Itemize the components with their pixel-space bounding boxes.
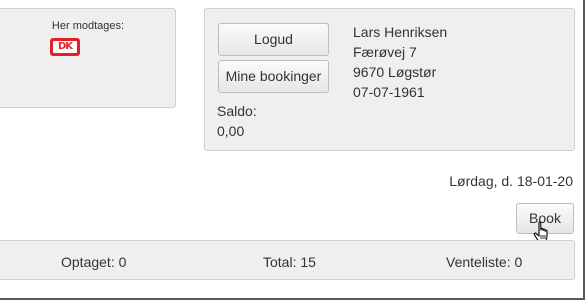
balance-value: 0,00 — [217, 123, 245, 139]
payment-accepted-label: Her modtages: — [51, 20, 125, 32]
logout-button[interactable]: Logud — [218, 23, 329, 56]
user-address: Lars Henriksen Færøvej 7 9670 Løgstør 07… — [353, 22, 447, 102]
dankort-logo: DK — [50, 38, 80, 56]
booking-stats-bar: Optaget: 0 Total: 15 Venteliste: 0 — [0, 240, 575, 280]
dankort-logo-text: DK — [53, 41, 77, 53]
taken-count: Optaget: 0 — [61, 254, 127, 270]
my-bookings-button[interactable]: Mine bookinger — [218, 60, 329, 93]
user-info-panel: Logud Mine bookinger Lars Henriksen Færø… — [204, 8, 575, 151]
user-city: 9670 Løgstør — [353, 64, 437, 80]
total-count: Total: 15 — [263, 254, 316, 270]
payment-methods-panel: Her modtages: DK — [0, 8, 176, 108]
selected-date: Lørdag, d. 18-01-20 — [449, 173, 573, 189]
user-street: Færøvej 7 — [353, 44, 417, 60]
user-birthdate: 07-07-1961 — [353, 84, 425, 100]
waitlist-count: Venteliste: 0 — [446, 254, 523, 270]
user-name: Lars Henriksen — [353, 24, 448, 40]
balance-label: Saldo: — [217, 103, 257, 119]
balance-block: Saldo: 0,00 — [217, 101, 257, 141]
